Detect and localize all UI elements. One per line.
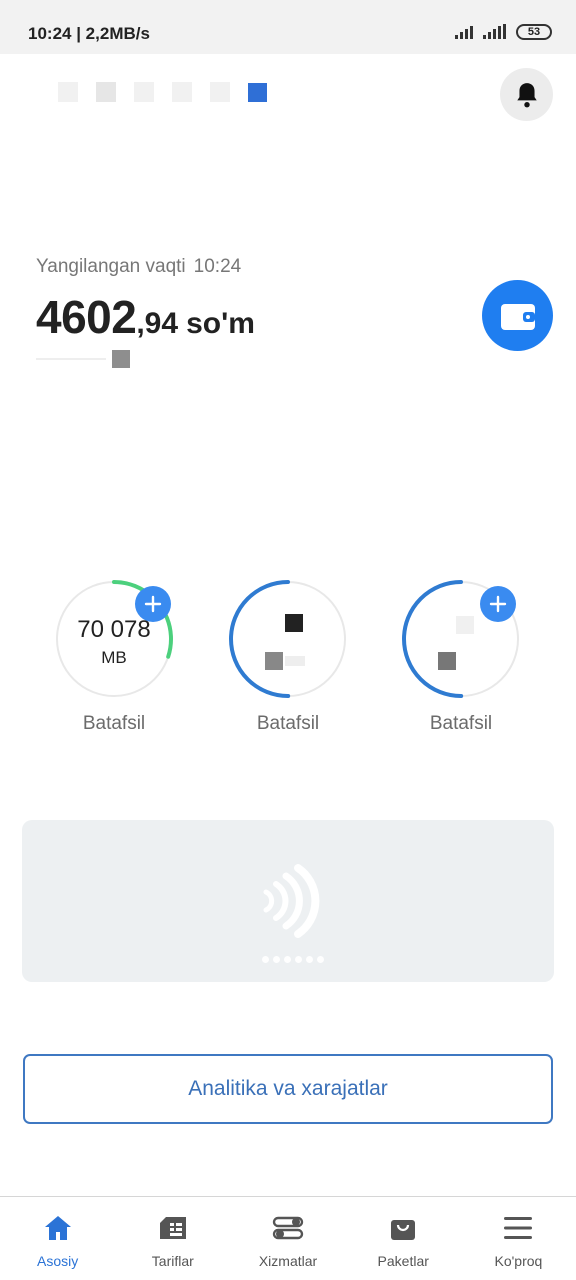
balance-updated: Yangilangan vaqti 10:24 [36, 256, 241, 278]
battery-icon: 53 [516, 24, 552, 40]
add-package-button[interactable] [480, 586, 516, 622]
plus-icon [489, 595, 507, 613]
balance-decimal: ,94 [136, 307, 179, 340]
updated-time: 10:24 [193, 256, 242, 277]
redacted-unit-fade [285, 656, 305, 666]
nav-item-tariffs[interactable]: Tariflar [115, 1197, 230, 1280]
phone-number-redacted [36, 350, 130, 368]
nav-label: Xizmatlar [258, 1253, 318, 1269]
nav-item-more[interactable]: Ko'proq [461, 1197, 576, 1280]
wallet-icon [500, 303, 535, 330]
status-icons: 53 [455, 24, 552, 40]
account-name-redacted [58, 82, 267, 102]
details-link[interactable]: Batafsil [209, 713, 367, 735]
nav-item-services[interactable]: Xizmatlar [230, 1197, 345, 1280]
sms-gauge[interactable]: Batafsil [402, 580, 520, 740]
balance-amount: 4602 ,94 so'm [36, 290, 255, 344]
nav-item-packages[interactable]: Paketlar [346, 1197, 461, 1280]
minutes-gauge[interactable]: Batafsil [229, 580, 347, 740]
nav-label: Ko'proq [494, 1253, 543, 1269]
status-time: 10:24 | 2,2MB/s [28, 24, 150, 43]
nav-label: Tariflar [151, 1253, 194, 1269]
details-link[interactable]: Batafsil [382, 713, 540, 735]
toggles-icon [272, 1216, 304, 1240]
wallet-button[interactable] [482, 280, 553, 351]
internet-unit: MB [101, 648, 127, 667]
internet-gauge[interactable]: 70 078 MB Batafsil [55, 580, 173, 740]
carousel-dots [262, 956, 324, 963]
redacted-value [456, 616, 474, 634]
redacted-unit [438, 652, 456, 670]
balance-currency: so'm [186, 307, 255, 340]
redacted-unit [265, 652, 283, 670]
redacted-value [285, 614, 303, 632]
promo-banner[interactable] [22, 820, 554, 982]
signal-h-plus-icon [455, 25, 473, 39]
minutes-gauge-ring [229, 580, 347, 698]
menu-icon [504, 1217, 533, 1239]
tariff-card-icon [159, 1217, 186, 1239]
analytics-button[interactable]: Analitika va xarajatlar [23, 1054, 553, 1124]
bag-icon [391, 1220, 416, 1240]
balance-integer: 4602 [36, 291, 137, 343]
internet-remaining: 70 078 [77, 616, 151, 643]
notifications-button[interactable] [500, 68, 553, 121]
signal-icon [483, 24, 506, 39]
updated-label: Yangilangan vaqti [36, 256, 186, 277]
contactless-waves-icon [263, 864, 320, 938]
nav-label: Asosiy [36, 1253, 79, 1269]
nav-label: Paketlar [377, 1253, 429, 1269]
bell-icon [516, 82, 537, 107]
home-icon [44, 1216, 71, 1240]
bottom-navigation: Asosiy Tariflar Xizmatlar Paketlar Ko'pr… [0, 1196, 576, 1280]
details-link[interactable]: Batafsil [35, 713, 193, 735]
nav-item-home[interactable]: Asosiy [0, 1197, 115, 1280]
plus-icon [144, 595, 162, 613]
status-bar: 10:24 | 2,2MB/s 53 [0, 0, 576, 54]
